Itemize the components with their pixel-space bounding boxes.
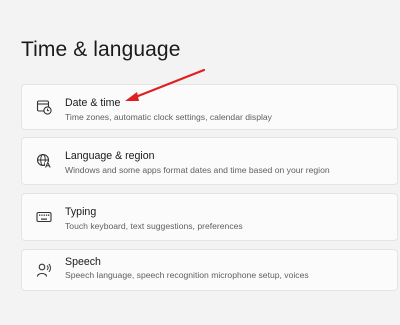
settings-item-description: Touch keyboard, text suggestions, prefer… [65,221,243,231]
settings-item-title: Date & time [65,97,121,109]
keyboard-icon [35,208,53,226]
settings-item-title: Typing [65,206,97,218]
settings-item-description: Windows and some apps format dates and t… [65,165,330,175]
settings-item-language-region[interactable]: Language & region Windows and some apps … [21,137,398,185]
settings-item-typing[interactable]: Typing Touch keyboard, text suggestions,… [21,193,398,241]
settings-item-description: Time zones, automatic clock settings, ca… [65,112,272,122]
settings-item-description: Speech language, speech recognition micr… [65,270,309,280]
globe-language-icon [35,152,53,170]
settings-item-title: Speech [65,256,101,268]
page-title: Time & language [21,38,181,61]
speech-person-icon [35,261,53,279]
settings-item-speech[interactable]: Speech Speech language, speech recogniti… [21,249,398,291]
settings-item-title: Language & region [65,150,155,162]
calendar-clock-icon [35,98,53,116]
settings-item-date-time[interactable]: Date & time Time zones, automatic clock … [21,84,398,130]
